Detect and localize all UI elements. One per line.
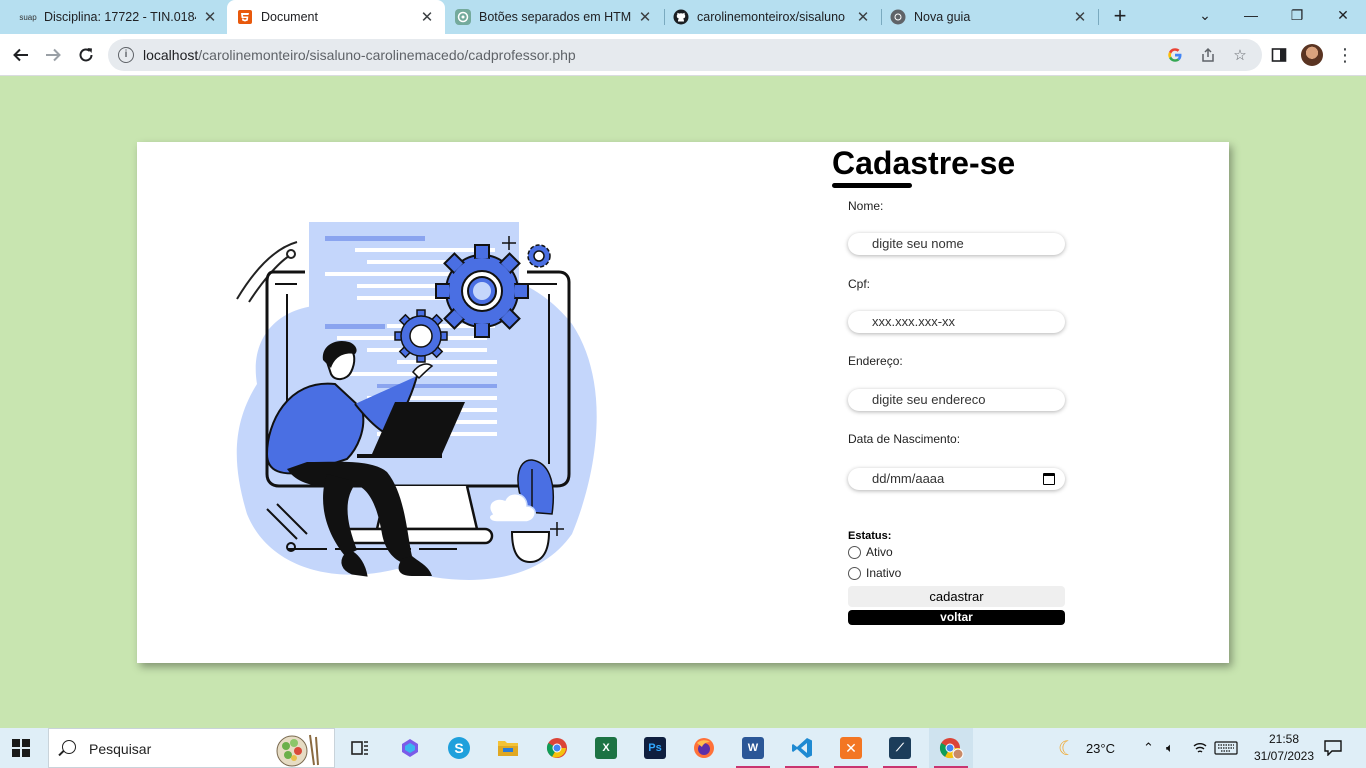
minimize-button[interactable]: — (1228, 0, 1274, 30)
developer-illustration (236, 222, 597, 580)
menu-kebab-icon[interactable]: ⋮ (1332, 42, 1358, 68)
gear-icon (435, 244, 529, 338)
chrome-taskbar-icon[interactable] (537, 728, 577, 768)
tab-nova-guia[interactable]: Nova guia ✕ (882, 0, 1096, 34)
close-icon[interactable]: ✕ (1072, 8, 1088, 26)
site-info-icon[interactable]: i (118, 47, 134, 63)
share-icon[interactable] (1199, 46, 1217, 64)
page-title: Cadastre-se (832, 145, 1016, 181)
tray-chevron-icon[interactable]: ⌃ (1143, 728, 1154, 768)
voltar-button[interactable]: voltar (848, 610, 1065, 625)
reload-button[interactable] (73, 42, 99, 68)
cpf-label: Cpf: (848, 277, 871, 291)
volume-icon[interactable]: 🔈︎ (1166, 728, 1174, 768)
task-view-icon[interactable] (340, 728, 380, 768)
search-icon (62, 740, 76, 754)
close-icon[interactable]: ✕ (419, 8, 435, 26)
mysql-workbench-icon[interactable]: ⟋ (880, 728, 920, 768)
system-clock[interactable]: 21:58 31/07/2023 (1244, 731, 1324, 765)
restore-button[interactable]: ❐ (1274, 0, 1320, 30)
tab-title: Document (261, 10, 318, 24)
back-button[interactable] (8, 42, 34, 68)
profile-avatar[interactable] (1301, 44, 1323, 66)
google-translate-icon[interactable] (1166, 46, 1184, 64)
nome-label: Nome: (848, 199, 884, 213)
tab-search-icon[interactable]: ⌄ (1182, 0, 1228, 30)
cadastrar-button[interactable]: cadastrar (848, 586, 1065, 607)
skype-icon[interactable]: S (439, 728, 479, 768)
tab-separator (1098, 9, 1099, 25)
windows-taskbar: Pesquisar S X Ps W ✕ ⟋ ☾ 23°C ⌃ 🔈︎ 21:58… (0, 728, 1366, 768)
tab-github[interactable]: carolinemonteirox/sisaluno ✕ (665, 0, 879, 34)
endereco-input[interactable]: digite seu endereco (848, 389, 1065, 411)
status-option-ativo[interactable]: Ativo (848, 545, 893, 559)
radio-inativo[interactable] (848, 566, 861, 580)
search-placeholder: Pesquisar (89, 741, 152, 757)
copilot-icon[interactable] (390, 728, 430, 768)
endereco-label: Endereço: (848, 354, 903, 368)
tab-chatgpt[interactable]: Botões separados em HTML. ✕ (447, 0, 661, 34)
chrome-profile-icon[interactable] (929, 728, 973, 768)
url-text: localhost/carolinemonteiro/sisaluno-caro… (143, 47, 576, 63)
wifi-icon[interactable] (1192, 728, 1208, 768)
nome-input[interactable]: digite seu nome (848, 233, 1065, 255)
radio-label: Inativo (866, 566, 902, 580)
excel-icon[interactable]: X (586, 728, 626, 768)
gear-icon (527, 244, 551, 268)
gear-icon (394, 309, 448, 363)
close-icon[interactable]: ✕ (202, 8, 218, 26)
clock-date: 31/07/2023 (1253, 749, 1315, 763)
suap-icon: suap (19, 12, 37, 22)
date-placeholder: dd/mm/aaaa (872, 471, 945, 486)
nascimento-date-input[interactable]: dd/mm/aaaa (848, 468, 1065, 490)
calendar-icon[interactable] (1043, 473, 1055, 485)
clock-time: 21:58 (1268, 732, 1300, 746)
status-label: Estatus: (848, 530, 892, 542)
radio-label: Ativo (866, 545, 893, 559)
close-icon[interactable]: ✕ (855, 8, 871, 26)
xampp-icon[interactable]: ✕ (831, 728, 871, 768)
chatgpt-icon (455, 9, 471, 25)
tab-strip: suap Disciplina: 17722 - TIN.0184 ✕ Docu… (0, 0, 1366, 34)
address-bar[interactable]: i localhost/carolinemonteiro/sisaluno-ca… (108, 39, 1262, 71)
register-card: Cadastre-se Nome: digite seu nome Cpf: x… (137, 142, 1229, 663)
tab-title: Botões separados em HTML. (479, 10, 631, 24)
word-icon[interactable]: W (733, 728, 773, 768)
title-underline (832, 183, 912, 188)
browser-toolbar: i localhost/carolinemonteiro/sisaluno-ca… (0, 34, 1366, 76)
nascimento-label: Data de Nascimento: (848, 432, 961, 446)
new-tab-button[interactable]: + (1108, 4, 1132, 30)
vscode-icon[interactable] (782, 728, 822, 768)
temperature: 23°C (1085, 740, 1115, 756)
moon-icon: ☾ (1058, 737, 1076, 760)
windows-start-icon[interactable] (12, 739, 30, 757)
tab-suap[interactable]: suap Disciplina: 17722 - TIN.0184 ✕ (12, 0, 226, 34)
tab-title: Disciplina: 17722 - TIN.0184 (44, 10, 196, 24)
bookmark-star-icon[interactable]: ☆ (1231, 46, 1249, 64)
firefox-icon[interactable] (684, 728, 724, 768)
html5-icon (237, 9, 253, 25)
file-explorer-icon[interactable] (488, 728, 528, 768)
github-icon (673, 9, 689, 25)
search-highlight-icon (276, 734, 319, 767)
close-window-button[interactable]: ✕ (1320, 0, 1366, 30)
chrome-icon (890, 9, 906, 25)
tab-title: carolinemonteirox/sisaluno (697, 10, 845, 24)
forward-button[interactable] (40, 42, 66, 68)
tab-document[interactable]: Document ✕ (227, 0, 445, 34)
taskbar-search[interactable]: Pesquisar (48, 728, 335, 768)
weather-widget[interactable]: ☾ 23°C (1058, 728, 1115, 768)
radio-ativo[interactable] (848, 545, 861, 559)
status-option-inativo[interactable]: Inativo (848, 566, 901, 580)
notifications-icon[interactable] (1324, 728, 1342, 768)
keyboard-icon[interactable] (1214, 728, 1238, 768)
close-icon[interactable]: ✕ (637, 8, 653, 26)
cpf-input[interactable]: xxx.xxx.xxx-xx (848, 311, 1065, 333)
side-panel-icon[interactable] (1266, 42, 1292, 68)
tab-title: Nova guia (914, 10, 971, 24)
photoshop-icon[interactable]: Ps (635, 728, 675, 768)
